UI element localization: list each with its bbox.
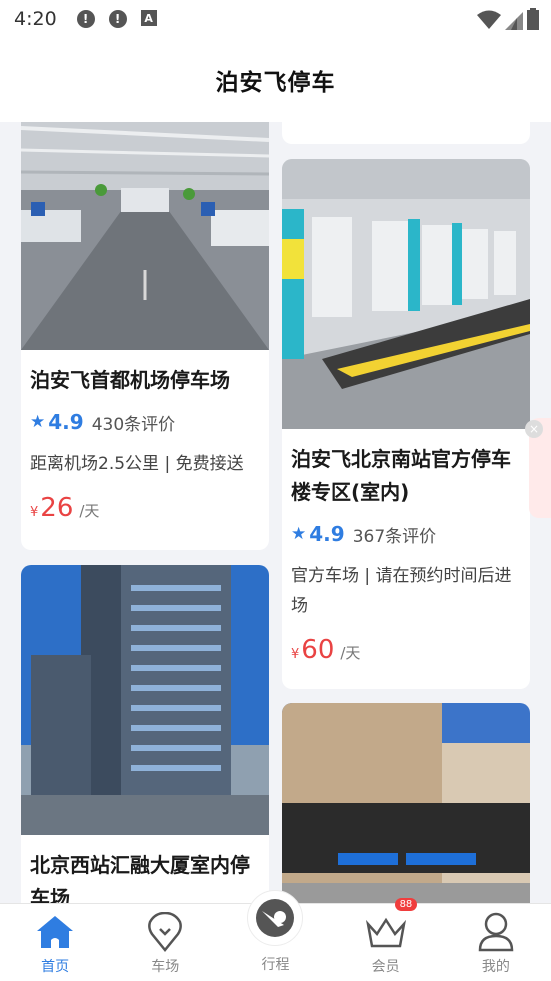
parking-list[interactable]: 泊安飞首都机场停车场 ★ 4.9 430条评价 距离机场2.5公里 | 免费接送… xyxy=(0,122,551,903)
parking-name: 泊安飞北京南站官方停车楼专区(室内) xyxy=(291,447,511,504)
parking-name: 北京西站汇融大厦室内停车场 xyxy=(30,853,250,903)
price: 60 xyxy=(301,635,335,665)
bottom-tab-bar: 首页 车场 行程 88 会员 我的 xyxy=(0,890,551,981)
currency-symbol: ¥ xyxy=(291,647,300,662)
rating-score: 4.9 xyxy=(309,522,345,546)
system-icons xyxy=(477,8,539,30)
price: 26 xyxy=(40,493,74,523)
text-icon: A xyxy=(140,10,157,26)
status-bar: 4:20 ! ! A xyxy=(0,0,551,38)
home-icon xyxy=(33,910,77,954)
notification-icons: ! ! A xyxy=(76,10,157,28)
review-count: 367条评价 xyxy=(352,526,437,547)
price-unit: /天 xyxy=(340,644,361,662)
tab-home[interactable]: 首页 xyxy=(0,904,110,981)
parking-photo xyxy=(282,703,530,903)
review-count: 430条评价 xyxy=(91,414,176,435)
parking-photo xyxy=(21,565,269,835)
rating-row: ★ 4.9 430条评价 xyxy=(30,409,259,435)
price-row: ¥ 26 /天 xyxy=(30,493,259,523)
parking-card[interactable]: 泊安飞北京南站官方停车楼专区(室内) ★ 4.9 367条评价 官方车场 | 请… xyxy=(282,159,530,689)
star-icon: ★ xyxy=(291,524,307,544)
user-icon xyxy=(474,910,518,954)
battery-icon xyxy=(527,8,539,30)
signal-icon xyxy=(505,12,523,30)
wifi-icon xyxy=(477,10,501,29)
tab-label: 我的 xyxy=(481,959,510,975)
location-pin-icon xyxy=(143,910,187,954)
close-icon[interactable]: × xyxy=(525,420,543,438)
price-row: ¥ 60 /天 xyxy=(291,635,520,665)
parking-desc: 距离机场2.5公里 | 免费接送 xyxy=(30,454,244,474)
tab-label: 行程 xyxy=(261,957,290,973)
parking-name: 泊安飞首都机场停车场 xyxy=(30,368,230,392)
alert-icon: ! xyxy=(108,10,127,28)
rating-row: ★ 4.9 367条评价 xyxy=(291,521,520,547)
page-title: 泊安飞停车 xyxy=(215,70,336,96)
currency-symbol: ¥ xyxy=(30,505,39,520)
trip-logo-icon xyxy=(247,890,304,946)
status-time: 4:20 xyxy=(14,8,57,30)
tab-label: 车场 xyxy=(151,959,180,975)
price-unit: /天 xyxy=(79,502,100,520)
parking-photo xyxy=(21,122,269,350)
tab-label: 会员 xyxy=(371,959,400,975)
rating-score: 4.9 xyxy=(48,410,84,434)
parking-desc: 官方车场 | 请在预约时间后进场 xyxy=(291,566,512,616)
tab-mine[interactable]: 我的 xyxy=(441,904,551,981)
member-badge: 88 xyxy=(394,898,418,911)
star-icon: ★ xyxy=(30,412,46,432)
tab-parking[interactable]: 车场 xyxy=(110,904,220,981)
title-bar: 泊安飞停车 xyxy=(0,38,551,122)
parking-photo xyxy=(282,159,530,429)
tab-member[interactable]: 88 会员 xyxy=(331,898,441,981)
parking-card-partial[interactable] xyxy=(282,122,530,144)
tab-trip[interactable]: 行程 xyxy=(220,890,330,981)
parking-card[interactable]: 泊安飞首都机场停车场 ★ 4.9 430条评价 距离机场2.5公里 | 免费接送… xyxy=(21,122,269,550)
crown-icon xyxy=(364,910,408,954)
tab-label: 首页 xyxy=(41,959,70,975)
parking-card[interactable]: 北京西站汇融大厦室内停车场 xyxy=(21,565,269,903)
alert-icon: ! xyxy=(76,10,95,28)
parking-card[interactable] xyxy=(282,703,530,903)
